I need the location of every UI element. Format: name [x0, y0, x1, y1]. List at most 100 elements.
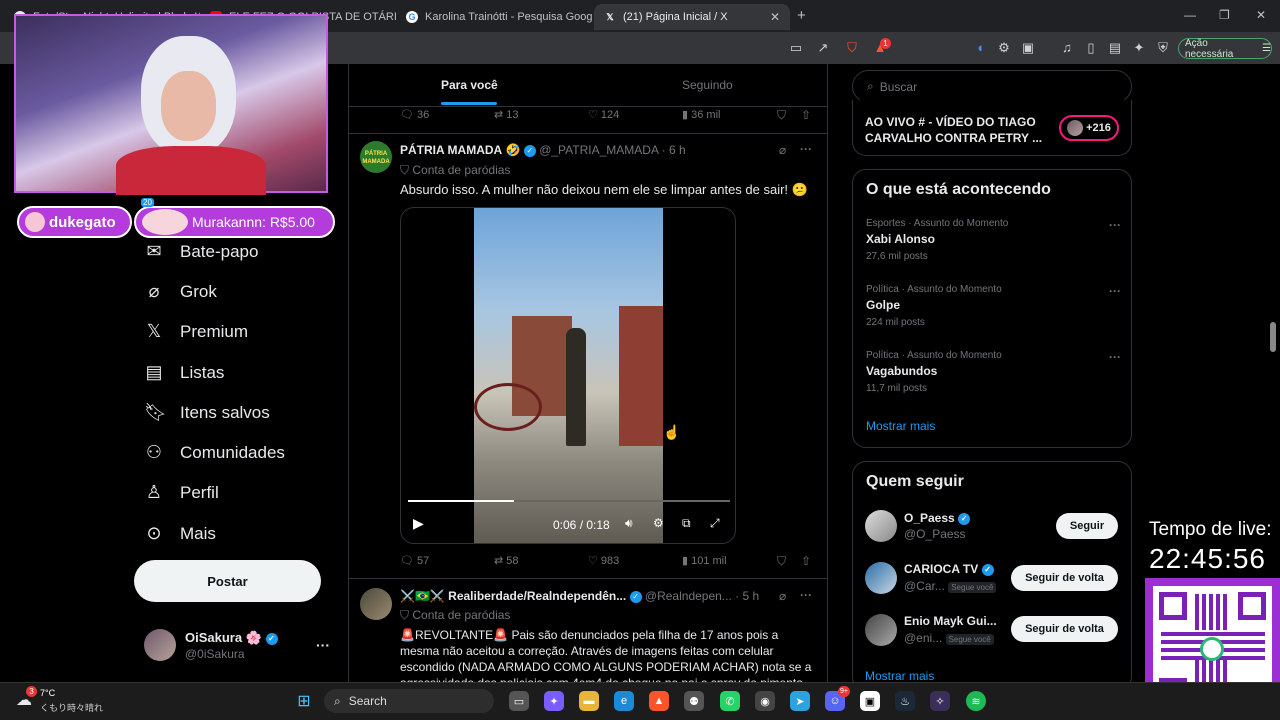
- follow-button[interactable]: Seguir: [1056, 513, 1118, 539]
- trend-item[interactable]: Política · Assunto do Momento Vagabundos…: [866, 350, 1121, 394]
- repost-button[interactable]: ⇄ 58: [494, 554, 519, 567]
- edge-icon[interactable]: e: [614, 691, 634, 711]
- tweet-handle[interactable]: @Realndepen...: [645, 589, 732, 603]
- search-input[interactable]: Buscar: [880, 80, 917, 94]
- tweet-video[interactable]: ▶ 0:06 / 0:18 🔊︎ ⚙ ⧉ ⤢: [400, 207, 736, 544]
- pip-icon[interactable]: ⧉: [682, 516, 691, 531]
- vpn-icon[interactable]: ⛨: [1155, 40, 1171, 56]
- minimize-icon[interactable]: —: [1184, 8, 1196, 22]
- tweet-handle[interactable]: @_PATRIA_MAMADA: [539, 143, 658, 157]
- wallet-icon[interactable]: ▤: [1107, 40, 1123, 56]
- brave-icon[interactable]: ▲: [649, 691, 669, 711]
- live-listeners[interactable]: +216: [1059, 115, 1119, 141]
- trend-more-icon[interactable]: ···: [1109, 350, 1121, 364]
- follow-name[interactable]: CARIOCA TV ✓: [904, 562, 994, 576]
- whatsapp-icon[interactable]: ✆: [720, 691, 740, 711]
- account-avatar[interactable]: [144, 629, 176, 661]
- tweet-avatar[interactable]: PÁTRIA MAMADA: [360, 141, 392, 173]
- browser-tab[interactable]: G Karolina Trainótti - Pesquisa Google: [396, 4, 592, 30]
- tweet-time[interactable]: · 6 h: [662, 143, 686, 157]
- like-button[interactable]: ♡ 124: [588, 108, 619, 121]
- screenshot-icon[interactable]: ▣: [1020, 40, 1036, 56]
- sidebar-item-communities[interactable]: ⚇ Comunidades: [144, 442, 285, 463]
- grok-icon[interactable]: ⌀: [779, 589, 786, 603]
- trend-more-icon[interactable]: ···: [1109, 284, 1121, 298]
- views-button[interactable]: ▮ 36 mil: [682, 108, 720, 121]
- taskbar-search[interactable]: ⌕ Search: [324, 689, 494, 713]
- music-icon[interactable]: ♫: [1059, 40, 1075, 55]
- follow-avatar[interactable]: [865, 614, 897, 646]
- search-box[interactable]: ⌕ Buscar: [852, 70, 1132, 103]
- sidebar-item-profile[interactable]: ♙ Perfil: [144, 482, 219, 503]
- account-more-icon[interactable]: ···: [316, 637, 330, 653]
- share-icon[interactable]: ⇧: [801, 554, 811, 568]
- sidebar-item-chat[interactable]: ✉ Bate-papo: [144, 241, 258, 262]
- follow-back-button[interactable]: Seguir de volta: [1011, 616, 1118, 642]
- spotify-icon[interactable]: ≋: [966, 691, 986, 711]
- trend-item[interactable]: Política · Assunto do Momento Golpe 224 …: [866, 284, 1121, 328]
- tweet-more-icon[interactable]: ···: [800, 142, 812, 156]
- translate-icon[interactable]: ◖: [972, 40, 988, 55]
- follow-avatar[interactable]: [865, 562, 897, 594]
- app-icon[interactable]: ✧: [930, 691, 950, 711]
- browser-tab-active[interactable]: 𝕏 (21) Página Inicial / X ✕: [594, 4, 790, 30]
- reply-button[interactable]: 🗨︎ 36: [400, 108, 429, 121]
- tab-following[interactable]: Seguindo: [682, 78, 733, 92]
- file-explorer-icon[interactable]: ▬: [579, 691, 599, 711]
- grok-icon[interactable]: ⌀: [779, 143, 786, 157]
- telegram-icon[interactable]: ➤: [790, 691, 810, 711]
- views-button[interactable]: ▮ 101 mil: [682, 554, 727, 567]
- sidebar-item-lists[interactable]: ▤ Listas: [144, 362, 224, 383]
- live-panel[interactable]: AO VIVO # - VÍDEO DO TIAGO CARVALHO CONT…: [852, 100, 1132, 156]
- app-icon[interactable]: ⚉: [684, 691, 704, 711]
- close-tab-icon[interactable]: ✕: [770, 10, 780, 24]
- sidebar-icon[interactable]: ▯: [1083, 40, 1099, 56]
- sidebar-item-premium[interactable]: 𝕏 Premium: [144, 321, 248, 342]
- copilot-icon[interactable]: ✦: [544, 691, 564, 711]
- trend-item[interactable]: Esportes · Assunto do Momento Xabi Alons…: [866, 218, 1121, 262]
- ai-icon[interactable]: ✦: [1131, 40, 1147, 56]
- follow-name[interactable]: O_Paess ✓: [904, 511, 971, 525]
- scrollbar-thumb[interactable]: [1270, 322, 1276, 352]
- follow-name[interactable]: Enio Mayk Gui...: [904, 614, 997, 628]
- cast-icon[interactable]: ▭: [788, 40, 804, 56]
- settings-icon[interactable]: ⚙: [653, 516, 664, 530]
- tweet-avatar[interactable]: [360, 588, 392, 620]
- fullscreen-icon[interactable]: ⤢: [710, 516, 720, 531]
- reply-button[interactable]: 🗨︎ 57: [400, 554, 429, 567]
- extensions-icon[interactable]: ⚙: [996, 40, 1012, 56]
- close-window-icon[interactable]: ✕: [1256, 8, 1266, 22]
- share-icon[interactable]: ⇧: [801, 108, 811, 122]
- notion-icon[interactable]: ▣: [860, 691, 880, 711]
- post-button[interactable]: Postar: [134, 560, 321, 602]
- sidebar-item-bookmarks[interactable]: 🔖︎ Itens salvos: [144, 402, 270, 423]
- sidebar-item-grok[interactable]: ⌀ Grok: [144, 281, 217, 302]
- show-more-link[interactable]: Mostrar mais: [866, 419, 935, 433]
- repost-button[interactable]: ⇄ 13: [494, 108, 519, 121]
- brave-shield-icon[interactable]: ⛉: [844, 40, 860, 56]
- task-view-icon[interactable]: ▭: [509, 691, 529, 711]
- tweet-more-icon[interactable]: ···: [800, 588, 812, 602]
- tweet-author-name[interactable]: ⚔️🇧🇷⚔️ Realiberdade/Realndependên...: [400, 589, 626, 603]
- play-icon[interactable]: ▶: [413, 515, 424, 532]
- like-button[interactable]: ♡ 983: [588, 554, 619, 567]
- bookmark-icon[interactable]: ⛉: [777, 108, 786, 123]
- account-name[interactable]: OiSakura 🌸 ✓: [185, 630, 278, 646]
- show-more-link[interactable]: Mostrar mais: [865, 669, 934, 683]
- tweet-time[interactable]: · 5 h: [735, 589, 759, 603]
- windows-start-icon[interactable]: ⊞: [294, 691, 314, 711]
- obs-icon[interactable]: ◉: [755, 691, 775, 711]
- sidebar-item-more[interactable]: ⊙ Mais: [144, 523, 215, 544]
- bookmark-icon[interactable]: ⛉: [777, 554, 786, 569]
- tab-for-you[interactable]: Para você: [441, 78, 498, 92]
- share-icon[interactable]: ↗: [815, 40, 831, 56]
- follow-back-button[interactable]: Seguir de volta: [1011, 565, 1118, 591]
- new-tab-button[interactable]: +: [797, 7, 806, 24]
- follow-avatar[interactable]: [865, 510, 897, 542]
- tweet-author-name[interactable]: PÁTRIA MAMADA: [400, 143, 502, 157]
- maximize-icon[interactable]: ❐: [1219, 8, 1230, 22]
- steam-icon[interactable]: ♨: [895, 691, 915, 711]
- volume-icon[interactable]: 🔊︎: [625, 516, 633, 531]
- trend-more-icon[interactable]: ···: [1109, 218, 1121, 232]
- action-needed-button[interactable]: Ação necessária ☰: [1178, 38, 1272, 60]
